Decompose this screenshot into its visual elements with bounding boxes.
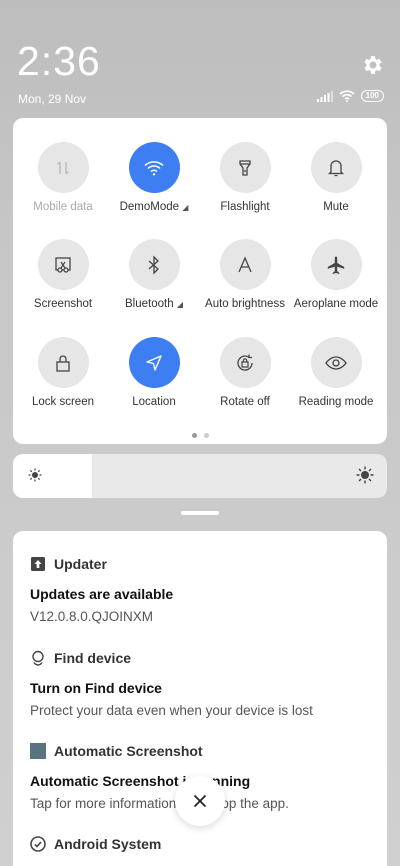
tile-label: Mute <box>323 201 349 213</box>
tile-screenshot[interactable]: Screenshot <box>17 239 109 310</box>
brightness-high-icon <box>356 466 374 484</box>
eye-icon <box>310 337 362 388</box>
clear-notifications-button[interactable] <box>175 776 225 826</box>
screenshot-icon <box>37 239 89 290</box>
notification-body: Protect your data even when your device … <box>30 703 313 718</box>
wifi-status-icon <box>339 90 355 102</box>
tile-mute[interactable]: Mute <box>290 142 382 213</box>
bluetooth-icon <box>128 239 180 290</box>
auto-brightness-icon <box>219 239 271 290</box>
tile-label: Aeroplane mode <box>293 298 379 310</box>
tile-flashlight[interactable]: Flashlight <box>199 142 291 213</box>
page-dot-active <box>191 433 197 438</box>
signal-icon <box>316 90 333 102</box>
tile-label: Reading mode <box>298 396 374 408</box>
notification-title: Turn on Find device <box>30 680 162 696</box>
tile-auto-brightness[interactable]: Auto brightness <box>199 239 291 310</box>
date: Mon, 29 Nov <box>18 92 87 106</box>
notification-android-system[interactable]: Android System <box>30 836 373 852</box>
notification-app-name: Find device <box>54 650 132 666</box>
notification-title: Updates are available <box>30 586 174 602</box>
location-icon <box>128 337 180 388</box>
notification-header: Find device <box>30 650 373 666</box>
notification-app-name: Android System <box>54 836 162 852</box>
status-icons: 100 <box>316 90 384 102</box>
update-icon <box>31 557 45 571</box>
rotate-lock-icon <box>219 337 271 388</box>
brightness-slider[interactable] <box>13 454 387 498</box>
tile-label: Location <box>132 396 176 408</box>
notification-header: Android System <box>30 836 373 852</box>
notification-updater[interactable]: Updater Updates are available V12.0.8.0.… <box>30 556 373 624</box>
notification-app-name: Automatic Screenshot <box>54 743 203 759</box>
tile-label: Auto brightness <box>205 298 285 310</box>
battery-icon: 100 <box>360 90 384 102</box>
bell-icon <box>310 142 362 193</box>
quick-settings-panel: Mobile data DemoMode ◢ Flashlight Mute S… <box>13 118 387 444</box>
drag-handle[interactable] <box>181 511 219 515</box>
page-indicator <box>13 433 387 438</box>
mobile-data-icon <box>37 142 89 193</box>
brightness-fill <box>13 454 92 498</box>
tile-label: Mobile data <box>33 201 93 213</box>
tile-aeroplane-mode[interactable]: Aeroplane mode <box>290 239 382 310</box>
notification-header: Automatic Screenshot <box>30 743 373 759</box>
tile-demomode[interactable]: DemoMode ◢ <box>108 142 200 213</box>
tile-label: Screenshot <box>33 298 93 310</box>
tile-label: Flashlight <box>220 201 270 213</box>
notification-header: Updater <box>30 556 373 572</box>
close-icon <box>193 794 207 808</box>
find-device-icon <box>32 650 44 666</box>
tile-bluetooth[interactable]: Bluetooth ◢ <box>108 239 200 310</box>
tile-label: Rotate off <box>220 396 270 408</box>
airplane-icon <box>310 239 362 290</box>
tile-label: Lock screen <box>31 396 94 408</box>
gear-icon[interactable] <box>360 53 384 77</box>
notification-find-device[interactable]: Find device Turn on Find device Protect … <box>30 650 373 718</box>
page-dot <box>203 433 209 438</box>
notification-body: V12.0.8.0.QJOINXM <box>30 609 154 624</box>
brightness-low-icon <box>28 468 42 482</box>
app-square-icon <box>30 743 46 759</box>
tile-label: DemoMode ◢ <box>119 201 189 213</box>
wifi-icon <box>128 142 180 193</box>
android-system-icon <box>30 836 46 852</box>
tile-location[interactable]: Location <box>108 337 200 408</box>
tile-mobile-data[interactable]: Mobile data <box>17 142 109 213</box>
lock-icon <box>37 337 89 388</box>
tile-rotate-off[interactable]: Rotate off <box>199 337 291 408</box>
tile-label: Bluetooth ◢ <box>125 298 183 310</box>
notification-app-name: Updater <box>54 556 107 572</box>
flashlight-icon <box>219 142 271 193</box>
tile-reading-mode[interactable]: Reading mode <box>290 337 382 408</box>
clock: 2:36 <box>17 38 101 84</box>
tile-lock-screen[interactable]: Lock screen <box>17 337 109 408</box>
